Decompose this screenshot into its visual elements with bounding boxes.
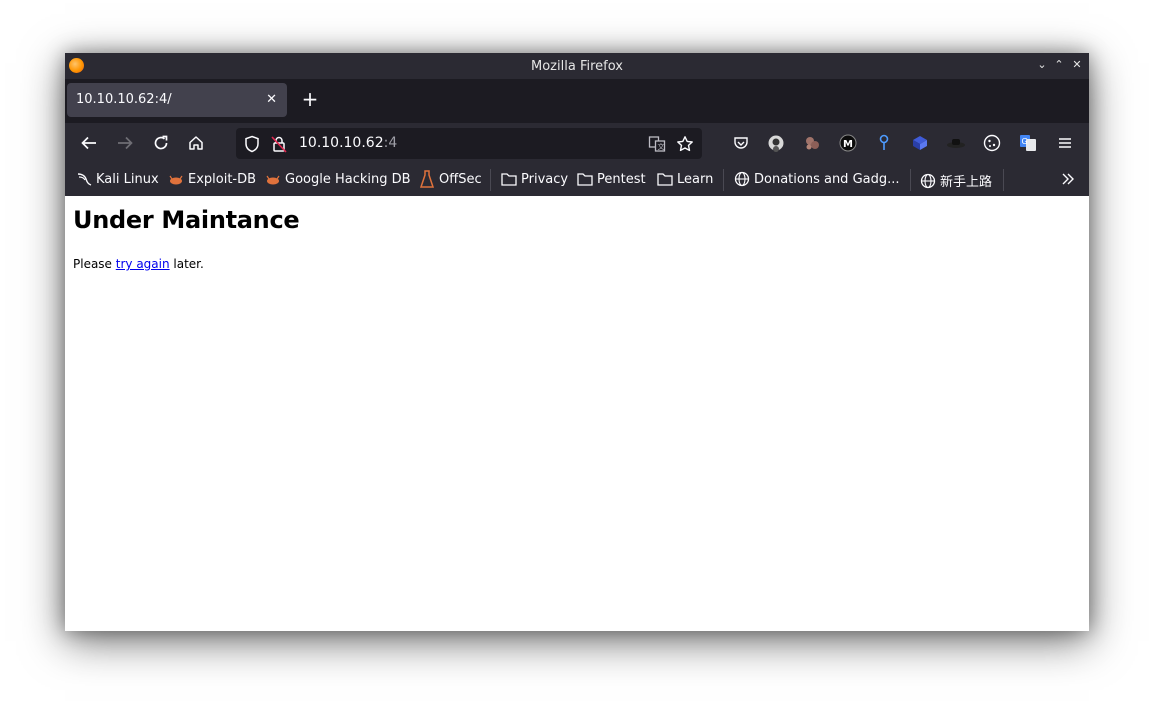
home-button[interactable] xyxy=(184,131,208,155)
url-text: 10.10.10.62:4 xyxy=(299,135,397,151)
hamburger-menu-icon[interactable] xyxy=(1055,133,1075,153)
globe-icon xyxy=(920,173,936,189)
folder-icon xyxy=(501,171,517,187)
svg-text:文: 文 xyxy=(658,142,665,151)
exploit-db-icon xyxy=(265,171,281,187)
url-bar[interactable]: 10.10.10.62:4 文 xyxy=(236,128,702,159)
tab-active[interactable]: 10.10.10.62:4/ ✕ xyxy=(67,83,287,117)
bookmark-exploit-db[interactable]: Exploit-DB xyxy=(168,171,256,187)
globe-icon xyxy=(734,171,750,187)
translate-page-icon[interactable]: 文 xyxy=(647,134,667,154)
extension-cookie-icon[interactable] xyxy=(802,133,822,153)
back-arrow-icon xyxy=(81,136,96,150)
url-port: :4 xyxy=(383,135,398,151)
back-button[interactable] xyxy=(77,131,101,155)
bookmark-offsec[interactable]: OffSec xyxy=(419,170,482,188)
bookmarks-toolbar: Kali Linux Exploit-DB Google Hacking DB … xyxy=(65,163,1089,197)
forward-button[interactable] xyxy=(113,131,137,155)
bookmark-star-icon[interactable] xyxy=(675,134,695,154)
window-title: Mozilla Firefox xyxy=(531,59,623,74)
message-text-after: later. xyxy=(169,257,204,271)
reload-icon xyxy=(154,135,168,150)
extension-pin-icon[interactable] xyxy=(874,133,894,153)
cookie-icon[interactable] xyxy=(982,133,1002,153)
url-host: 10.10.10.62 xyxy=(299,135,384,151)
page-message: Please try again later. xyxy=(73,257,204,271)
message-text-before: Please xyxy=(73,257,116,271)
tab-label: 10.10.10.62:4/ xyxy=(76,92,172,107)
google-translate-icon[interactable]: G xyxy=(1018,133,1038,153)
bookmark-google-hacking-db[interactable]: Google Hacking DB xyxy=(265,171,411,187)
minimize-icon[interactable]: ⌄ xyxy=(1034,57,1050,73)
chevron-double-right-icon xyxy=(1060,171,1076,187)
home-icon xyxy=(189,136,203,150)
extension-m-icon[interactable]: M xyxy=(838,133,858,153)
bookmark-separator xyxy=(910,169,911,191)
navigation-bar: 10.10.10.62:4 文 M G xyxy=(65,123,1089,163)
page-content: Under Maintance Please try again later. xyxy=(65,196,1089,631)
bookmark-folder-learn[interactable]: Learn xyxy=(657,171,713,187)
folder-icon xyxy=(657,171,673,187)
extension-hat-icon[interactable] xyxy=(946,133,966,153)
title-bar: Mozilla Firefox ⌄ ⌃ ✕ xyxy=(65,53,1089,79)
forward-arrow-icon xyxy=(118,136,133,150)
tab-strip: 10.10.10.62:4/ ✕ + xyxy=(65,79,1089,123)
bookmark-folder-privacy[interactable]: Privacy xyxy=(501,171,568,187)
page-heading: Under Maintance xyxy=(73,206,300,234)
maximize-icon[interactable]: ⌃ xyxy=(1051,57,1067,73)
try-again-link[interactable]: try again xyxy=(116,257,170,271)
extension-avatar-icon[interactable] xyxy=(766,133,786,153)
bookmark-donations[interactable]: Donations and Gadg... xyxy=(734,171,900,187)
pocket-icon[interactable] xyxy=(731,133,751,153)
svg-text:M: M xyxy=(843,139,853,150)
insecure-lock-icon[interactable] xyxy=(269,134,289,154)
browser-window: Mozilla Firefox ⌄ ⌃ ✕ 10.10.10.62:4/ ✕ + xyxy=(65,53,1089,631)
bookmark-kali-linux[interactable]: Kali Linux xyxy=(76,171,159,187)
bookmark-separator xyxy=(723,169,724,191)
bookmark-getting-started[interactable]: 新手上路 xyxy=(920,171,992,190)
new-tab-button[interactable]: + xyxy=(300,89,320,110)
close-tab-icon[interactable]: ✕ xyxy=(266,92,277,107)
bookmark-separator xyxy=(490,169,491,191)
kali-dragon-icon xyxy=(76,171,92,187)
bookmark-separator xyxy=(1003,169,1004,191)
shield-icon[interactable] xyxy=(242,134,262,154)
bookmark-folder-pentest[interactable]: Pentest xyxy=(577,171,646,187)
reload-button[interactable] xyxy=(149,131,173,155)
close-window-icon[interactable]: ✕ xyxy=(1069,57,1085,73)
folder-icon xyxy=(577,171,593,187)
extension-cube-icon[interactable] xyxy=(910,133,930,153)
offsec-icon xyxy=(419,170,435,188)
svg-text:G: G xyxy=(1022,137,1028,146)
exploit-db-icon xyxy=(168,171,184,187)
bookmarks-overflow-button[interactable] xyxy=(1060,171,1076,187)
